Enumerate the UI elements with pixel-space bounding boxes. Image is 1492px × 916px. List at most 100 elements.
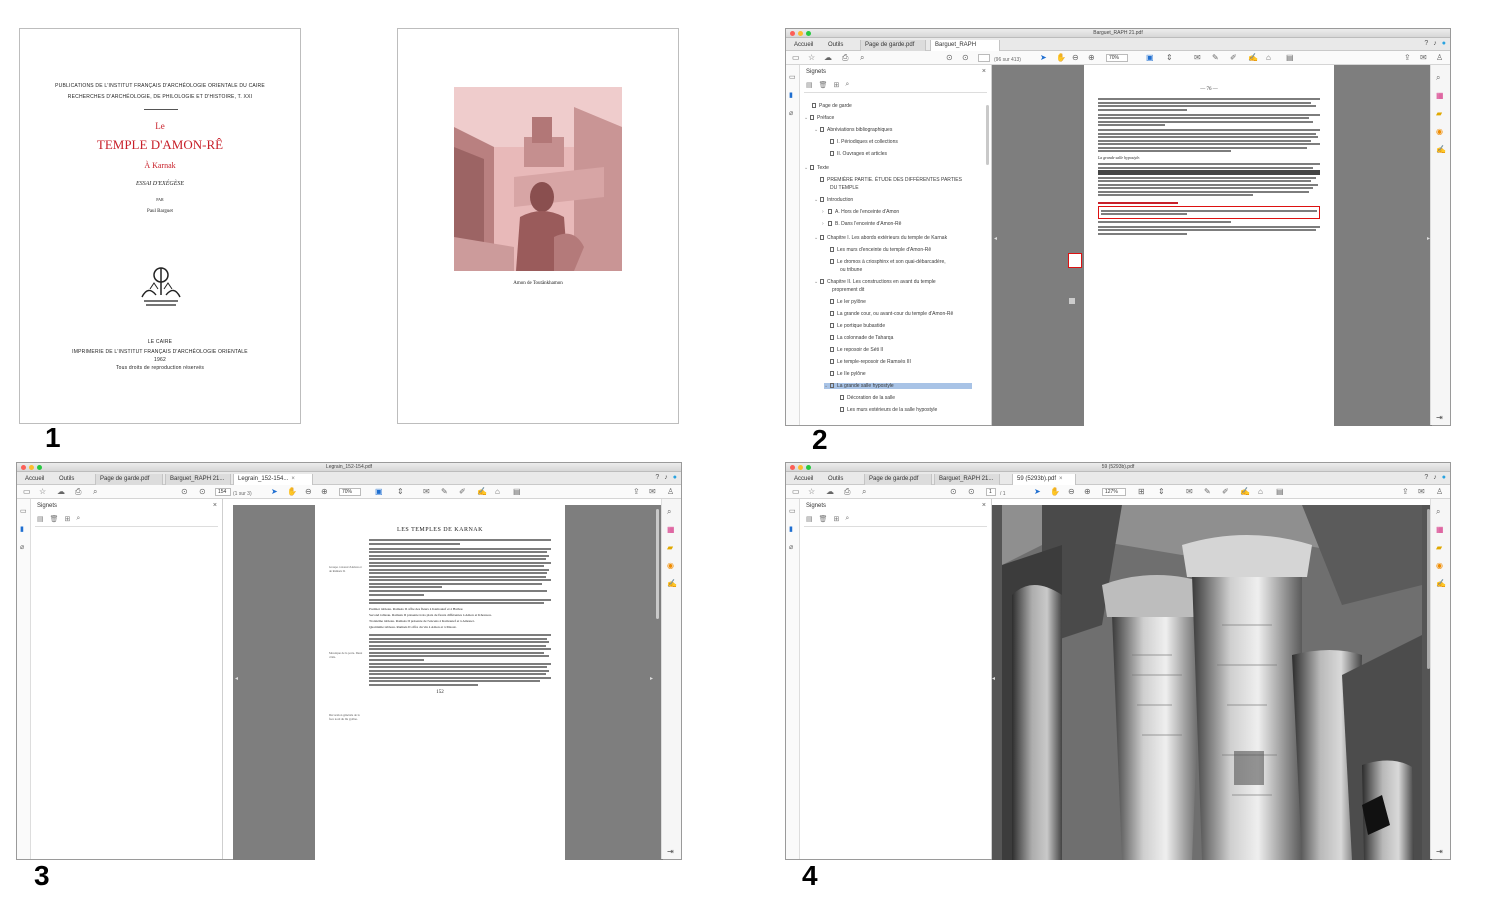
fill-sign-icon[interactable]: ✍ xyxy=(1436,579,1446,588)
new-bookmark-icon[interactable]: ⊞ xyxy=(834,81,840,89)
mail-icon[interactable]: ✉ xyxy=(1420,53,1427,63)
comment-icon[interactable]: ✉ xyxy=(423,487,430,497)
zoom-in-icon[interactable]: ⊕ xyxy=(321,487,328,497)
bookmark-item[interactable]: PREMIÈRE PARTIE. ÉTUDE DES DIFFÉRENTES P… xyxy=(820,177,962,183)
avatar[interactable]: ● xyxy=(1442,40,1446,47)
options-icon[interactable]: ▤ xyxy=(806,515,813,523)
mail-icon[interactable]: ✉ xyxy=(1418,487,1425,497)
zoom-out-icon[interactable]: ⊖ xyxy=(1068,487,1075,497)
page-up-icon[interactable]: ⊙ xyxy=(946,53,953,63)
collapse-left-icon[interactable]: ◂ xyxy=(235,675,238,682)
search-icon[interactable]: ⌕ xyxy=(862,487,866,497)
share-icon[interactable]: ⇪ xyxy=(633,487,640,497)
stamp-icon[interactable]: ⌂ xyxy=(495,487,500,497)
save-icon[interactable]: ▭ xyxy=(23,487,31,497)
find-bookmark-icon[interactable]: ⌕ xyxy=(76,515,80,523)
select-cursor-icon[interactable]: ➤ xyxy=(1040,53,1047,63)
zoom-search-icon[interactable]: ⌕ xyxy=(667,507,671,517)
page-down-icon[interactable]: ⊙ xyxy=(199,487,206,497)
tab-accueil[interactable]: Accueil xyxy=(21,474,48,485)
highlight-icon[interactable]: ✐ xyxy=(1230,53,1237,63)
new-bookmark-icon[interactable]: ⊞ xyxy=(834,515,840,523)
pen-icon[interactable]: ✎ xyxy=(441,487,448,497)
help-icon[interactable]: ? xyxy=(1424,40,1428,47)
stamp-icon[interactable]: ⌂ xyxy=(1258,487,1263,497)
bookmarks-scrollbar[interactable] xyxy=(986,105,989,165)
cloud-icon[interactable]: ☁ xyxy=(824,53,832,63)
avatar[interactable]: ● xyxy=(1442,474,1446,481)
bookmark-item[interactable]: ⌄ Préface xyxy=(804,115,834,121)
bookmark-item[interactable]: Le reposoir de Séti II xyxy=(830,347,883,353)
avatar[interactable]: ● xyxy=(673,474,677,481)
pages-icon[interactable]: ▭ xyxy=(20,507,27,515)
expand-panel-icon[interactable]: ⇥ xyxy=(1436,413,1443,422)
tab-doc-3[interactable]: 59 (5293b).pdf × xyxy=(1012,474,1076,485)
scroll-mode-icon[interactable]: ⇕ xyxy=(1166,53,1173,63)
delete-icon[interactable]: 🗑 xyxy=(819,81,828,89)
collapse-left-icon[interactable]: ◂ xyxy=(992,675,995,682)
page-number-input[interactable]: 154 xyxy=(215,488,231,496)
close-tab-icon[interactable]: × xyxy=(291,476,295,482)
user-add-icon[interactable]: ♙ xyxy=(1436,53,1443,63)
bookmark-star-icon[interactable]: ☆ xyxy=(39,487,46,497)
stamp-tool-icon[interactable]: ◉ xyxy=(1436,127,1443,136)
select-cursor-icon[interactable]: ➤ xyxy=(271,487,278,497)
bookmark-item[interactable]: II. Ouvrages et articles xyxy=(830,151,887,157)
cloud-icon[interactable]: ☁ xyxy=(57,487,65,497)
bookmark-item[interactable]: La grande cour, ou avant-cour du temple … xyxy=(830,311,953,317)
pages-icon[interactable]: ▭ xyxy=(789,73,796,81)
comment-marker[interactable] xyxy=(1068,253,1082,268)
expand-panel-icon[interactable]: ⇥ xyxy=(667,847,674,856)
tab-accueil[interactable]: Accueil xyxy=(790,474,817,485)
pen-icon[interactable]: ✎ xyxy=(1212,53,1219,63)
zoom-out-icon[interactable]: ⊖ xyxy=(305,487,312,497)
stamp-tool-icon[interactable]: ◉ xyxy=(667,561,674,570)
delete-icon[interactable]: 🗑 xyxy=(50,515,59,523)
share-icon[interactable]: ⇪ xyxy=(1402,487,1409,497)
print-icon[interactable]: ⎙ xyxy=(75,487,81,497)
print-icon[interactable]: ⎙ xyxy=(842,53,848,63)
more-tools-icon[interactable]: ▤ xyxy=(513,487,521,497)
bookmark-item[interactable]: Le portique bubastide xyxy=(830,323,885,329)
bookmark-item[interactable]: › A. Hors de l'enceinte d'Amon xyxy=(822,209,899,215)
highlight-icon[interactable]: ✐ xyxy=(459,487,466,497)
bookmark-item[interactable]: Décoration de la salle xyxy=(840,395,895,401)
bookmark-item[interactable]: ⌄ Abréviations bibliographiques xyxy=(814,127,892,133)
bookmark-item[interactable]: ⌄ Introduction xyxy=(814,197,853,203)
zoom-in-icon[interactable]: ⊕ xyxy=(1088,53,1095,63)
expand-panel-icon[interactable]: ⇥ xyxy=(1436,847,1443,856)
delete-icon[interactable]: 🗑 xyxy=(819,515,828,523)
tab-accueil[interactable]: Accueil xyxy=(790,40,817,51)
tab-doc-1[interactable]: Page de garde.pdf xyxy=(864,474,932,485)
page-down-icon[interactable]: ⊙ xyxy=(962,53,969,63)
cloud-icon[interactable]: ☁ xyxy=(826,487,834,497)
annotation-box[interactable] xyxy=(1098,206,1320,219)
tab-doc-1[interactable]: Page de garde.pdf xyxy=(95,474,163,485)
scroll-mode-icon[interactable]: ⇕ xyxy=(1158,487,1165,497)
comment-tool-icon[interactable]: ▰ xyxy=(1436,543,1442,552)
organize-pages-icon[interactable]: ▦ xyxy=(667,525,675,534)
bookmark-item[interactable]: I. Périodiques et collections xyxy=(830,139,898,145)
bookmark-item[interactable]: Le IIe pylône xyxy=(830,371,866,377)
tab-doc-2[interactable]: Barguet_RAPH 21... xyxy=(934,474,1000,485)
bookmark-item[interactable]: Les murs extérieurs de la salle hypostyl… xyxy=(840,407,937,413)
close-tab-icon[interactable]: × xyxy=(1059,476,1063,482)
fill-sign-icon[interactable]: ✍ xyxy=(1436,145,1446,154)
page-number-input[interactable] xyxy=(978,54,990,62)
bookmark-item-continued[interactable]: DU TEMPLE xyxy=(830,185,859,191)
tab-doc-2[interactable]: Barguet_RAPH 21...× xyxy=(930,40,1000,59)
fit-page-icon[interactable]: ⊞ xyxy=(1138,487,1145,497)
search-icon[interactable]: ⌕ xyxy=(93,487,97,497)
close-panel-icon[interactable]: × xyxy=(982,68,986,75)
close-panel-icon[interactable]: × xyxy=(213,502,217,509)
bookmark-item[interactable]: Le temple-reposoir de Ramsès III xyxy=(830,359,911,365)
page-up-icon[interactable]: ⊙ xyxy=(181,487,188,497)
comment-tool-icon[interactable]: ▰ xyxy=(1436,109,1442,118)
collapse-left-icon[interactable]: ◂ xyxy=(994,235,997,242)
mail-icon[interactable]: ✉ xyxy=(649,487,656,497)
note-icon[interactable] xyxy=(1069,298,1075,304)
bookmark-item[interactable]: Le dromos à criosphinx et son quai-débar… xyxy=(830,259,946,265)
more-tools-icon[interactable]: ▤ xyxy=(1286,53,1294,63)
share-icon[interactable]: ⇪ xyxy=(1404,53,1411,63)
tab-outils[interactable]: Outils xyxy=(824,40,847,51)
